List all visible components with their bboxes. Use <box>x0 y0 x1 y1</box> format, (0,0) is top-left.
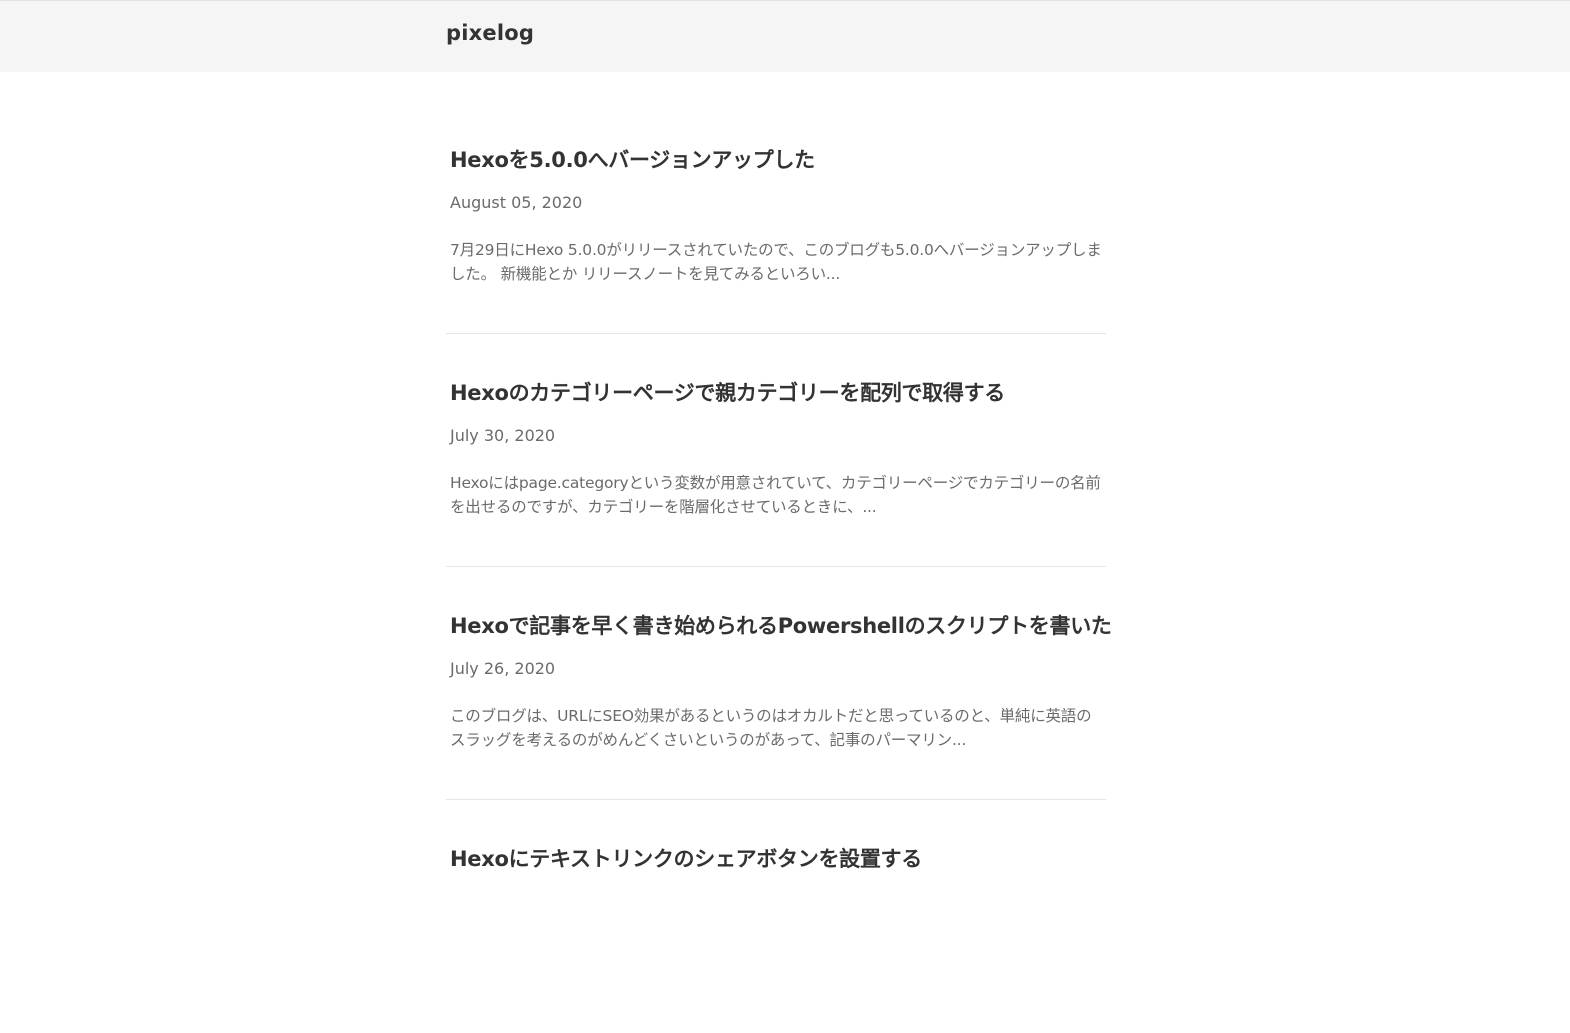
post-excerpt: このブログは、URLにSEO効果があるというのはオカルトだと思っているのと、単純… <box>450 707 1092 749</box>
post-item: Hexoで記事を早く書き始められるPowershellのスクリプトを書いた Ju… <box>446 567 1112 800</box>
post-date: July 30, 2020 <box>450 426 556 445</box>
post-title-link[interactable]: Hexoを5.0.0へバージョンアップした <box>450 144 815 174</box>
post-date: August 05, 2020 <box>450 193 583 212</box>
post-date: July 26, 2020 <box>450 659 556 678</box>
post-title-link[interactable]: Hexoで記事を早く書き始められるPowershellのスクリプトを書いた <box>450 610 1112 640</box>
post-item: Hexoにテキストリンクのシェアボタンを設置する <box>446 800 1106 1033</box>
post-title-link[interactable]: Hexoにテキストリンクのシェアボタンを設置する <box>450 843 922 873</box>
site-logo[interactable]: pixelog <box>446 21 534 45</box>
post-item: Hexoのカテゴリーページで親カテゴリーを配列で取得する July 30, 20… <box>446 334 1106 567</box>
post-list: Hexoを5.0.0へバージョンアップした August 05, 2020 7月… <box>446 72 1112 1033</box>
post-excerpt: Hexoにはpage.categoryという変数が用意されていて、カテゴリーペー… <box>450 474 1101 516</box>
post-item: Hexoを5.0.0へバージョンアップした August 05, 2020 7月… <box>446 72 1106 334</box>
site-header: pixelog <box>0 0 1570 72</box>
post-title-link[interactable]: Hexoのカテゴリーページで親カテゴリーを配列で取得する <box>450 377 1005 407</box>
post-excerpt: 7月29日にHexo 5.0.0がリリースされていたので、このブログも5.0.0… <box>450 241 1102 283</box>
